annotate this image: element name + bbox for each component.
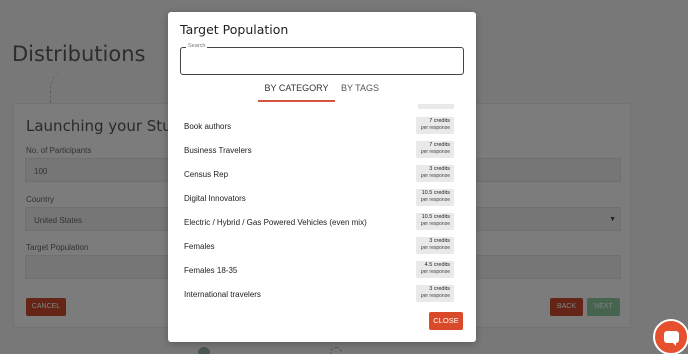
tab-bar: BY CATEGORY BY TAGS xyxy=(168,80,476,102)
list-item[interactable]: Females 3 credits per response xyxy=(168,234,476,258)
credit-badge: 7 credits per response xyxy=(416,141,454,158)
category-name: Book authors xyxy=(184,122,232,131)
search-label: Search xyxy=(186,43,208,49)
tab-by-tags[interactable]: BY TAGS xyxy=(338,80,382,102)
category-name: International travelers xyxy=(184,290,261,299)
close-button[interactable]: CLOSE xyxy=(429,312,463,330)
credit-badge: 3 credits per response xyxy=(416,237,454,254)
target-population-modal: Target Population Search BY CATEGORY BY … xyxy=(168,12,476,342)
chat-launcher-button[interactable] xyxy=(653,319,688,354)
credit-badge: 10.5 credits per response xyxy=(416,189,454,206)
list-item[interactable]: Business Travelers 7 credits per respons… xyxy=(168,138,476,162)
modal-title: Target Population xyxy=(180,22,289,37)
category-name: Digital Innovators xyxy=(184,194,246,203)
chat-bubble-icon xyxy=(664,331,679,346)
category-name: Electric / Hybrid / Gas Powered Vehicles… xyxy=(184,218,367,227)
credit-badge: 3 credits per response xyxy=(416,165,454,182)
credit-badge: 10.5 credits per response xyxy=(416,213,454,230)
credit-badge xyxy=(418,104,454,109)
list-item[interactable]: International travelers 3 credits per re… xyxy=(168,282,476,304)
list-item[interactable]: Electric / Hybrid / Gas Powered Vehicles… xyxy=(168,210,476,234)
list-item[interactable]: Book authors 7 credits per response xyxy=(168,114,476,138)
list-item[interactable]: Digital Innovators 10.5 credits per resp… xyxy=(168,186,476,210)
credit-badge: 7 credits per response xyxy=(416,117,454,134)
category-name: Business Travelers xyxy=(184,146,252,155)
search-field[interactable]: Search xyxy=(180,43,464,75)
category-name: Females xyxy=(184,242,215,251)
category-name: Census Rep xyxy=(184,170,229,179)
credit-badge: 3 credits per response xyxy=(416,285,454,302)
category-list[interactable]: Book authors 7 credits per response Busi… xyxy=(168,104,476,304)
list-item[interactable]: Females 18-35 4.5 credits per response xyxy=(168,258,476,282)
tab-by-category[interactable]: BY CATEGORY xyxy=(258,80,335,102)
category-name: Females 18-35 xyxy=(184,266,238,275)
list-item[interactable]: Census Rep 3 credits per response xyxy=(168,162,476,186)
credit-badge: 4.5 credits per response xyxy=(416,261,454,278)
search-input[interactable] xyxy=(187,56,457,70)
